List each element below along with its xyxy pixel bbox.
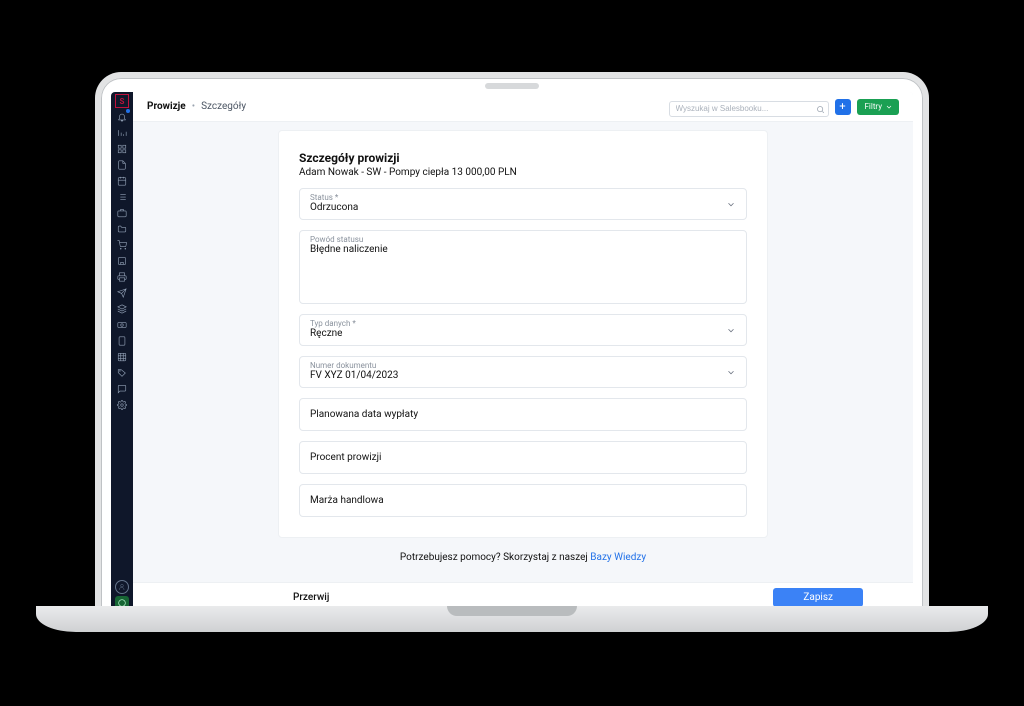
nav-dashboard-icon[interactable] [115,142,129,156]
status-label: Status * [310,193,736,202]
card-subtitle: Adam Nowak - SW - Pompy ciepła 13 000,00… [299,167,747,178]
filter-button-label: Filtry [865,102,883,111]
detail-card: Szczegóły prowizji Adam Nowak - SW - Pom… [278,130,768,538]
save-button[interactable]: Zapisz [773,588,863,607]
status-field[interactable]: Status * Odrzucona [299,188,747,220]
chevron-down-icon [726,321,736,340]
search-input[interactable] [669,101,829,117]
nav-notifications-icon[interactable] [115,110,129,124]
breadcrumb-current: Szczegóły [201,101,246,112]
add-button[interactable]: + [835,99,851,115]
chevron-down-icon [726,363,736,382]
margin-field[interactable]: Marża handlowa [299,484,747,517]
nav-layers-icon[interactable] [115,302,129,316]
nav-cart-icon[interactable] [115,238,129,252]
breadcrumb-sep: • [192,101,195,112]
nav-list-icon[interactable] [115,190,129,204]
breadcrumb: Prowizje • Szczegóły [147,101,246,112]
nav-doc-icon[interactable] [115,158,129,172]
search [669,96,829,117]
nav-chart-icon[interactable] [115,126,129,140]
cancel-button[interactable]: Przerwij [293,592,329,603]
nav-grid-icon[interactable] [115,350,129,364]
card-title: Szczegóły prowizji [299,151,747,165]
payout-date-placeholder: Planowana data wypłaty [310,405,736,424]
help-line: Potrzebujesz pomocy? Skorzystaj z naszej… [400,552,646,563]
nav-briefcase-icon[interactable] [115,206,129,220]
doc-number-field[interactable]: Numer dokumentu FV XYZ 01/04/2023 [299,356,747,388]
commission-pct-placeholder: Procent prowizji [310,448,736,467]
data-type-field[interactable]: Typ danych * Ręczne [299,314,747,346]
user-avatar[interactable] [115,580,129,594]
status-reason-label: Powód statusu [310,235,736,244]
breadcrumb-root[interactable]: Prowizje [147,101,186,112]
search-icon[interactable] [816,99,825,118]
nav-money-icon[interactable] [115,318,129,332]
app-logo[interactable]: S [115,94,129,108]
doc-number-label: Numer dokumentu [310,361,736,370]
chevron-down-icon [726,195,736,214]
commission-pct-field[interactable]: Procent prowizji [299,441,747,474]
nav-print-icon[interactable] [115,270,129,284]
data-type-value: Ręczne [310,328,736,339]
data-type-label: Typ danych * [310,319,736,328]
doc-number-value: FV XYZ 01/04/2023 [310,370,736,381]
status-reason-field[interactable]: Powód statusu Błędne naliczenie [299,230,747,304]
nav-tag-icon[interactable] [115,366,129,380]
status-reason-value: Błędne naliczenie [310,244,736,255]
filter-button[interactable]: Filtry [857,99,900,115]
nav-settings-icon[interactable] [115,398,129,412]
topbar: Prowizje • Szczegóły + Filtry [133,92,913,122]
nav-calendar-icon[interactable] [115,174,129,188]
nav-folder-icon[interactable] [115,222,129,236]
status-value: Odrzucona [310,202,736,213]
nav-send-icon[interactable] [115,286,129,300]
payout-date-field[interactable]: Planowana data wypłaty [299,398,747,431]
help-text: Potrzebujesz pomocy? Skorzystaj z naszej [400,552,588,563]
margin-placeholder: Marża handlowa [310,491,736,510]
help-link[interactable]: Bazy Wiedzy [590,552,646,563]
chevron-down-icon [885,103,893,111]
nav-chat-icon[interactable] [115,382,129,396]
nav-store-icon[interactable] [115,254,129,268]
main: Prowizje • Szczegóły + Filtry [133,92,913,612]
nav-device-icon[interactable] [115,334,129,348]
sidebar: S [111,92,133,612]
content: Szczegóły prowizji Adam Nowak - SW - Pom… [133,122,913,612]
